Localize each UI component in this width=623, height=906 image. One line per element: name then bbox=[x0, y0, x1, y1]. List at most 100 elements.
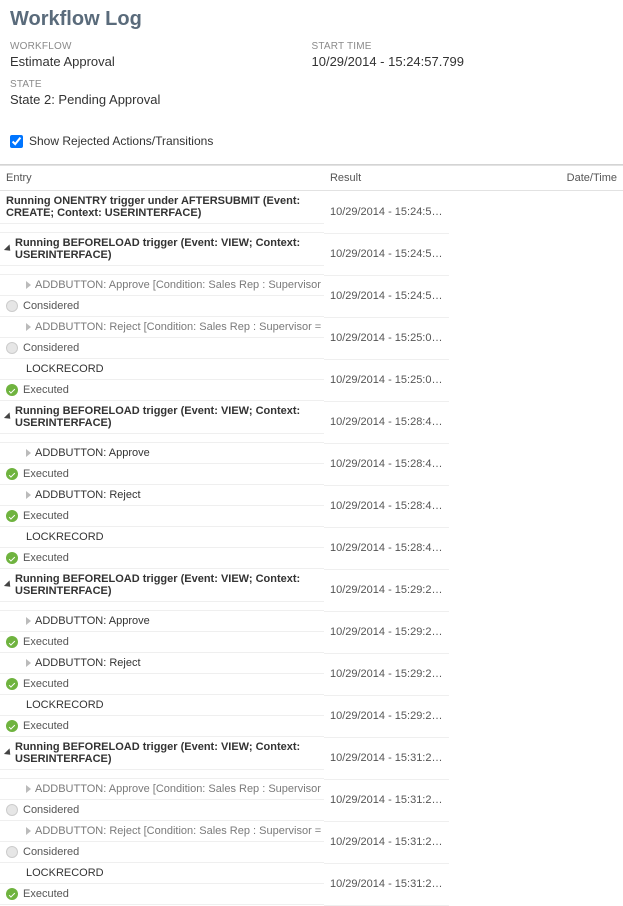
table-row[interactable]: Running BEFORELOAD trigger (Event: VIEW;… bbox=[0, 233, 623, 275]
col-entry[interactable]: Entry bbox=[0, 166, 324, 191]
result-cell bbox=[0, 770, 324, 779]
table-row[interactable]: ADDBUTTON: RejectExecuted10/29/2014 - 15… bbox=[0, 653, 623, 695]
starttime-label: START TIME bbox=[312, 41, 614, 52]
entry-text: LOCKRECORD bbox=[26, 867, 104, 879]
log-table-wrap: Entry Result Date/Time Running ONENTRY t… bbox=[0, 164, 623, 906]
entry-text: Running BEFORELOAD trigger (Event: VIEW;… bbox=[15, 573, 318, 597]
workflow-value: Estimate Approval bbox=[10, 54, 312, 69]
expand-icon[interactable] bbox=[26, 449, 31, 457]
entry-cell: ADDBUTTON: Approve [Condition: Sales Rep… bbox=[0, 779, 324, 800]
entry-cell: Running BEFORELOAD trigger (Event: VIEW;… bbox=[0, 401, 324, 434]
result-cell: Executed bbox=[0, 548, 324, 569]
entry-text: ADDBUTTON: Approve bbox=[35, 447, 150, 459]
entry-text: ADDBUTTON: Reject [Condition: Sales Rep … bbox=[35, 321, 324, 333]
table-row[interactable]: Running BEFORELOAD trigger (Event: VIEW;… bbox=[0, 569, 623, 611]
datetime-cell: 10/29/2014 - 15:25:00.059 bbox=[324, 359, 449, 401]
status-label: Executed bbox=[23, 888, 69, 900]
expand-icon[interactable] bbox=[26, 617, 31, 625]
workflow-label: WORKFLOW bbox=[10, 41, 312, 52]
dot-icon bbox=[6, 342, 18, 354]
entry-text: ADDBUTTON: Approve bbox=[35, 615, 150, 627]
entry-cell: ADDBUTTON: Reject [Condition: Sales Rep … bbox=[0, 317, 324, 338]
expand-icon[interactable] bbox=[26, 323, 31, 331]
result-cell bbox=[0, 224, 324, 233]
status-label: Executed bbox=[23, 468, 69, 480]
datetime-cell: 10/29/2014 - 15:29:29.376 bbox=[324, 695, 449, 737]
expand-icon[interactable] bbox=[4, 244, 13, 253]
datetime-cell: 10/29/2014 - 15:29:29.212 bbox=[324, 569, 449, 611]
expand-icon[interactable] bbox=[26, 281, 31, 289]
expand-icon[interactable] bbox=[26, 659, 31, 667]
log-table: Entry Result Date/Time Running ONENTRY t… bbox=[0, 165, 623, 906]
table-row[interactable]: ADDBUTTON: Approve [Condition: Sales Rep… bbox=[0, 779, 623, 821]
result-cell: Considered bbox=[0, 338, 324, 359]
table-row[interactable]: LOCKRECORD Executed 10/29/2014 - 15:25:00.… bbox=[0, 359, 623, 401]
col-result[interactable]: Result bbox=[324, 166, 449, 191]
entry-cell: ADDBUTTON: Approve [Condition: Sales Rep… bbox=[0, 275, 324, 296]
col-datetime[interactable]: Date/Time bbox=[449, 166, 623, 191]
show-rejected-row: Show Rejected Actions/Transitions bbox=[0, 129, 623, 164]
entry-text: Running BEFORELOAD trigger (Event: VIEW;… bbox=[15, 405, 318, 429]
entry-text: Running BEFORELOAD trigger (Event: VIEW;… bbox=[15, 741, 318, 765]
entry-text: ADDBUTTON: Reject bbox=[35, 489, 141, 501]
datetime-cell: 10/29/2014 - 15:24:59.978 bbox=[324, 233, 449, 275]
result-cell: Considered bbox=[0, 842, 324, 863]
table-row[interactable]: ADDBUTTON: Reject [Condition: Sales Rep … bbox=[0, 317, 623, 359]
entry-cell: LOCKRECORD bbox=[0, 359, 324, 380]
check-icon bbox=[6, 552, 18, 564]
entry-cell: LOCKRECORD bbox=[0, 695, 324, 716]
check-icon bbox=[6, 510, 18, 522]
result-cell: Executed bbox=[0, 380, 324, 401]
entry-cell: Running ONENTRY trigger under AFTERSUBMI… bbox=[0, 191, 324, 224]
table-row[interactable]: LOCKRECORDExecuted10/29/2014 - 15:31:22.… bbox=[0, 863, 623, 905]
state-label: STATE bbox=[10, 79, 312, 90]
dot-icon bbox=[6, 846, 18, 858]
entry-cell: Running BEFORELOAD trigger (Event: VIEW;… bbox=[0, 569, 324, 602]
datetime-cell: 10/29/2014 - 15:28:41.289 bbox=[324, 485, 449, 527]
check-icon bbox=[6, 468, 18, 480]
entry-cell: ADDBUTTON: Approve bbox=[0, 443, 324, 464]
table-row[interactable]: ADDBUTTON: Reject [Condition: Sales Rep … bbox=[0, 821, 623, 863]
table-row[interactable]: Running BEFORELOAD trigger (Event: VIEW;… bbox=[0, 401, 623, 443]
check-icon bbox=[6, 678, 18, 690]
result-cell: Executed bbox=[0, 716, 324, 737]
entry-cell: ADDBUTTON: Reject bbox=[0, 485, 324, 506]
table-row[interactable]: ADDBUTTON: ApproveExecuted10/29/2014 - 1… bbox=[0, 611, 623, 653]
entry-cell: Running BEFORELOAD trigger (Event: VIEW;… bbox=[0, 737, 324, 770]
result-cell: Executed bbox=[0, 674, 324, 695]
entry-text: LOCKRECORD bbox=[26, 699, 104, 711]
entry-text: ADDBUTTON: Approve [Condition: Sales Rep… bbox=[35, 783, 324, 795]
status-label: Executed bbox=[23, 636, 69, 648]
table-row[interactable]: Running BEFORELOAD trigger (Event: VIEW;… bbox=[0, 737, 623, 779]
table-row[interactable]: ADDBUTTON: RejectExecuted10/29/2014 - 15… bbox=[0, 485, 623, 527]
datetime-cell: 10/29/2014 - 15:25:00.031 bbox=[324, 317, 449, 359]
entry-text: Running BEFORELOAD trigger (Event: VIEW;… bbox=[15, 237, 318, 261]
expand-icon[interactable] bbox=[26, 785, 31, 793]
entry-text: ADDBUTTON: Reject bbox=[35, 657, 141, 669]
expand-icon[interactable] bbox=[4, 748, 13, 757]
status-label: Considered bbox=[23, 846, 79, 858]
expand-icon[interactable] bbox=[4, 580, 13, 589]
expand-icon[interactable] bbox=[26, 827, 31, 835]
table-row[interactable]: Running ONENTRY trigger under AFTERSUBMI… bbox=[0, 191, 623, 234]
result-cell: Considered bbox=[0, 296, 324, 317]
result-cell bbox=[0, 434, 324, 443]
show-rejected-checkbox[interactable] bbox=[10, 135, 23, 148]
table-row[interactable]: LOCKRECORDExecuted10/29/2014 - 15:28:41.… bbox=[0, 527, 623, 569]
result-cell: Considered bbox=[0, 800, 324, 821]
status-label: Considered bbox=[23, 804, 79, 816]
entry-cell: ADDBUTTON: Approve bbox=[0, 611, 324, 632]
expand-icon[interactable] bbox=[4, 412, 13, 421]
status-label: Executed bbox=[23, 384, 69, 396]
status-label: Executed bbox=[23, 552, 69, 564]
datetime-cell: 10/29/2014 - 15:28:41.234 bbox=[324, 401, 449, 443]
table-row[interactable]: ADDBUTTON: Approve [Condition: Sales Rep… bbox=[0, 275, 623, 317]
status-label: Considered bbox=[23, 300, 79, 312]
table-row[interactable]: ADDBUTTON: ApproveExecuted10/29/2014 - 1… bbox=[0, 443, 623, 485]
table-row[interactable]: LOCKRECORD Executed 10/29/2014 - 15:29:29.… bbox=[0, 695, 623, 737]
page-title: Workflow Log bbox=[0, 0, 623, 41]
dot-icon bbox=[6, 300, 18, 312]
dot-icon bbox=[6, 804, 18, 816]
status-label: Executed bbox=[23, 720, 69, 732]
expand-icon[interactable] bbox=[26, 491, 31, 499]
